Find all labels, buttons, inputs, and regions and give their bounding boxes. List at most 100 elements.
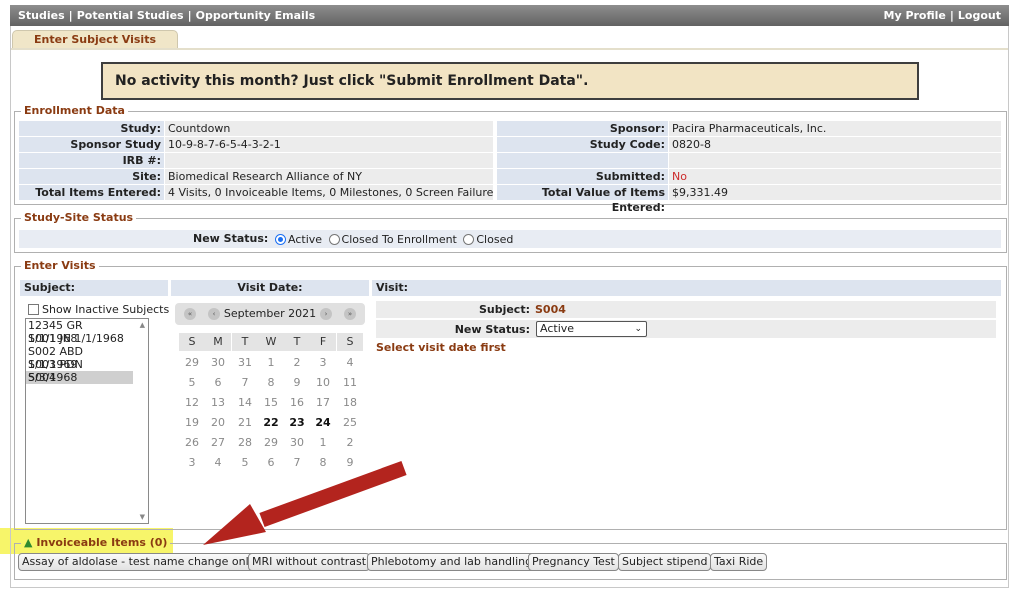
show-inactive-checkbox[interactable] [28, 304, 39, 315]
nav-my-profile-link[interactable]: My Profile [884, 9, 946, 22]
calendar-day[interactable]: 8 [310, 454, 336, 472]
calendar-day[interactable]: 22 [258, 414, 284, 432]
scroll-down-icon[interactable]: ▼ [140, 513, 145, 521]
calendar-day[interactable]: 16 [284, 394, 310, 412]
calendar-day[interactable]: 5 [179, 374, 205, 392]
calendar-day[interactable]: 23 [284, 414, 310, 432]
calendar-day[interactable]: 28 [232, 434, 258, 452]
calendar-day[interactable]: 1 [310, 434, 336, 452]
visit-column-header: Visit: [372, 280, 1001, 296]
calendar-day[interactable]: 14 [232, 394, 258, 412]
nav-potential-studies-link[interactable]: Potential Studies [77, 9, 184, 22]
calendar-day[interactable]: 27 [205, 434, 231, 452]
calendar-day[interactable]: 1 [258, 354, 284, 372]
invoiceable-item-button[interactable]: Phlebotomy and lab handling [367, 553, 537, 571]
prev-year-icon[interactable]: « [184, 308, 196, 320]
nav-logout-link[interactable]: Logout [958, 9, 1001, 22]
visit-status-select[interactable]: Active ⌄ [536, 321, 647, 337]
calendar-day[interactable]: 9 [337, 454, 363, 472]
calendar-day[interactable]: 7 [232, 374, 258, 392]
calendar-day[interactable]: 9 [284, 374, 310, 392]
calendar-day[interactable]: 17 [310, 394, 336, 412]
calendar-day[interactable]: 29 [179, 354, 205, 372]
calendar-day-header: W [258, 333, 284, 351]
calendar-day[interactable]: 20 [205, 414, 231, 432]
scroll-up-icon[interactable]: ▲ [140, 321, 145, 329]
next-year-icon[interactable]: » [344, 308, 356, 320]
calendar-day[interactable]: 3 [179, 454, 205, 472]
nav-separator: | [949, 9, 954, 22]
invoiceable-item-button[interactable]: Taxi Ride [710, 553, 768, 571]
enrollment-value: 4 Visits, 0 Invoiceable Items, 0 Milesto… [165, 185, 493, 200]
calendar-day-header: F [310, 333, 336, 351]
calendar-day[interactable]: 10 [310, 374, 336, 392]
visit-status-value: Active [540, 322, 575, 335]
calendar-day[interactable]: 15 [258, 394, 284, 412]
calendar-day[interactable]: 11 [337, 374, 363, 392]
new-status-label: New Status: [193, 232, 269, 245]
calendar-day[interactable]: 18 [337, 394, 363, 412]
visit-subject-label: Subject: [478, 303, 530, 316]
calendar-day[interactable]: 2 [337, 434, 363, 452]
invoiceable-item-button[interactable]: Subject stipend [618, 553, 712, 571]
prev-month-icon[interactable]: ‹ [208, 308, 220, 320]
enrollment-label: Sponsor: [497, 121, 668, 136]
calendar-day[interactable]: 30 [284, 434, 310, 452]
calendar-day[interactable]: 21 [232, 414, 258, 432]
show-inactive-label: Show Inactive Subjects [42, 303, 170, 316]
next-month-icon[interactable]: › [320, 308, 332, 320]
calendar-day[interactable]: 24 [310, 414, 336, 432]
calendar-day[interactable]: 8 [258, 374, 284, 392]
calendar-day[interactable]: 19 [179, 414, 205, 432]
enrollment-label: Total Value of Items Entered: [497, 185, 668, 214]
calendar-day[interactable]: 5 [232, 454, 258, 472]
calendar-day[interactable]: 31 [232, 354, 258, 372]
calendar-day[interactable]: 4 [205, 454, 231, 472]
calendar-day[interactable]: 2 [284, 354, 310, 372]
calendar-day[interactable]: 25 [337, 414, 363, 432]
subject-list-item[interactable]: S003 PDN 5/3/1968 [26, 358, 133, 384]
enrollment-value: Biomedical Research Alliance of NY [165, 169, 493, 184]
subject-list-item[interactable]: S001 JN 1/1/1968 [26, 332, 133, 345]
calendar-day[interactable]: 6 [258, 454, 284, 472]
calendar-day[interactable]: 29 [258, 434, 284, 452]
nav-studies-link[interactable]: Studies [18, 9, 65, 22]
calendar-day[interactable]: 4 [337, 354, 363, 372]
calendar-day-header: T [232, 333, 258, 351]
calendar-day[interactable]: 26 [179, 434, 205, 452]
enrollment-value: Pacira Pharmaceuticals, Inc. [669, 121, 1001, 136]
tab-underline [11, 48, 1008, 50]
subject-list-item[interactable]: 12345 GR 1/1/1968 [26, 319, 133, 345]
chevron-down-icon: ⌄ [634, 324, 642, 334]
enrollment-data-legend: Enrollment Data [21, 104, 128, 117]
nav-opportunity-emails-link[interactable]: Opportunity Emails [196, 9, 316, 22]
invoiceable-item-button[interactable]: MRI without contrast [248, 553, 371, 571]
enrollment-label [497, 153, 668, 168]
calendar-month-label: September 2021 [223, 307, 317, 320]
calendar-day[interactable]: 6 [205, 374, 231, 392]
radio-closed[interactable] [463, 234, 475, 245]
calendar-day[interactable]: 7 [284, 454, 310, 472]
invoiceable-item-button[interactable]: Pregnancy Test [528, 553, 619, 571]
invoiceable-items-legend[interactable]: ▲ Invoiceable Items (0) [21, 536, 171, 549]
radio-active[interactable] [275, 234, 286, 245]
invoiceable-item-button[interactable]: Assay of aldolase - test name change onl… [18, 553, 260, 571]
subject-listbox[interactable]: 12345 GR 1/1/1968 S001 JN 1/1/1968 S002 AB… [25, 318, 149, 524]
calendar-day[interactable]: 3 [310, 354, 336, 372]
enrollment-label: IRB #: [19, 153, 164, 168]
calendar-day[interactable]: 13 [205, 394, 231, 412]
status-options: Active Closed To Enrollment Closed [272, 231, 513, 249]
radio-closed-to-enrollment[interactable] [328, 234, 340, 245]
top-nav-right: My Profile | Logout [884, 9, 1002, 22]
subject-list-item[interactable]: S002 ABD 1/1/1969 [26, 345, 133, 371]
calendar-day[interactable]: 12 [179, 394, 205, 412]
invoiceable-items-legend-text: Invoiceable Items (0) [36, 536, 168, 549]
calendar-day[interactable]: 30 [205, 354, 231, 372]
calendar-day-header: S [179, 333, 205, 351]
show-inactive-row: Show Inactive Subjects [28, 303, 169, 317]
enrollment-label: Sponsor Study Number: [19, 137, 164, 166]
subject-list-item[interactable]: S004 [26, 371, 133, 384]
visit-new-status-label: New Status: [454, 323, 530, 336]
notice-banner: No activity this month? Just click "Subm… [101, 62, 919, 100]
tab-enter-subject-visits[interactable]: Enter Subject Visits [12, 30, 178, 49]
